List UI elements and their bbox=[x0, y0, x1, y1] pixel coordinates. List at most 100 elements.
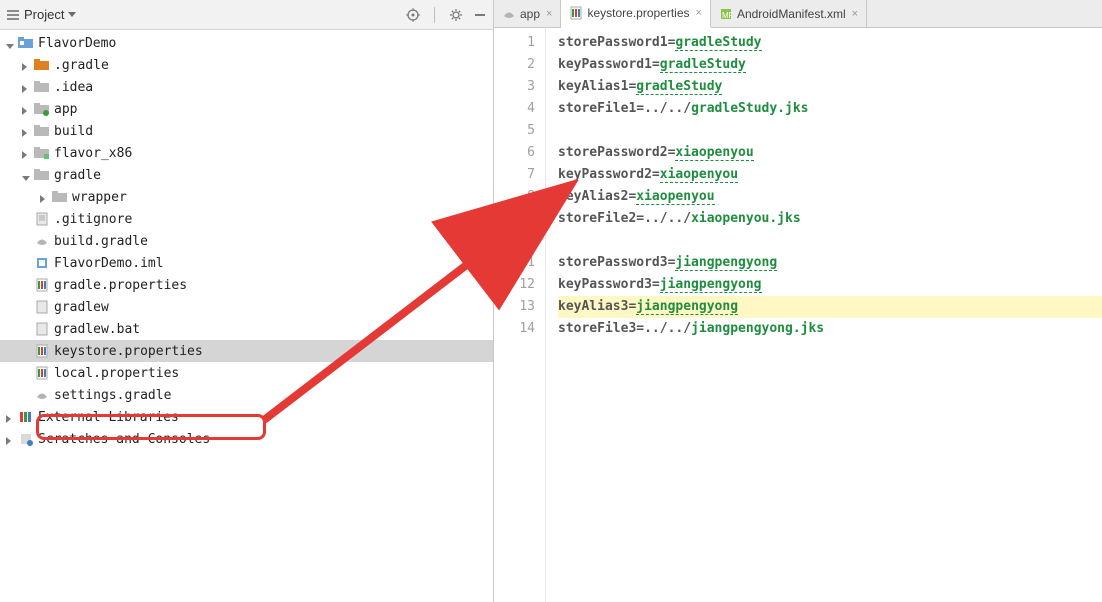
chevron-right-icon[interactable] bbox=[22, 82, 32, 92]
tree-row[interactable]: gradle.properties bbox=[0, 274, 493, 296]
tree-spacer bbox=[22, 302, 32, 312]
chevron-right-icon[interactable] bbox=[22, 60, 32, 70]
gear-icon[interactable] bbox=[449, 8, 463, 22]
properties-file-icon bbox=[34, 366, 50, 380]
line-number: 6 bbox=[494, 142, 535, 164]
properties-file-icon bbox=[569, 6, 583, 20]
tree-label: build bbox=[54, 124, 93, 139]
toolbar-separator bbox=[434, 7, 435, 23]
code-line[interactable] bbox=[558, 120, 1102, 142]
tab-android-manifest[interactable]: MF AndroidManifest.xml × bbox=[711, 0, 867, 27]
close-icon[interactable]: × bbox=[546, 8, 552, 20]
tree-row[interactable]: app bbox=[0, 98, 493, 120]
tree-label: External Libraries bbox=[38, 410, 179, 425]
code-line[interactable]: storePassword2=xiaopenyou bbox=[558, 142, 1102, 164]
tree-spacer bbox=[22, 390, 32, 400]
code-body[interactable]: storePassword1=gradleStudykeyPassword1=g… bbox=[546, 28, 1102, 602]
tree-row[interactable]: settings.gradle bbox=[0, 384, 493, 406]
tree-row[interactable]: .gradle bbox=[0, 54, 493, 76]
code-editor[interactable]: 1 2 3 4 5 6 7 8 9 10 11 12 13 14 storePa… bbox=[494, 28, 1102, 602]
code-line[interactable]: keyAlias3=jiangpengyong bbox=[558, 296, 1102, 318]
line-number: 14 bbox=[494, 318, 535, 340]
project-panel-title[interactable]: Project bbox=[24, 7, 64, 22]
code-line[interactable]: keyPassword1=gradleStudy bbox=[558, 54, 1102, 76]
code-line[interactable]: keyPassword3=jiangpengyong bbox=[558, 274, 1102, 296]
tree-row[interactable]: .idea bbox=[0, 76, 493, 98]
scratches-icon bbox=[18, 432, 34, 446]
iml-file-icon bbox=[34, 256, 50, 270]
tree-label: gradle bbox=[54, 168, 101, 183]
chevron-right-icon[interactable] bbox=[22, 104, 32, 114]
code-line[interactable]: storePassword1=gradleStudy bbox=[558, 32, 1102, 54]
chevron-right-icon[interactable] bbox=[22, 126, 32, 136]
tab-app[interactable]: app × bbox=[494, 0, 561, 27]
properties-file-icon bbox=[34, 344, 50, 358]
tree-label: .gitignore bbox=[54, 212, 132, 227]
tree-row-selected[interactable]: keystore.properties bbox=[0, 340, 493, 362]
editor-tabs: app × keystore.properties × MF AndroidMa… bbox=[494, 0, 1102, 28]
tree-row[interactable]: gradlew bbox=[0, 296, 493, 318]
tree-spacer bbox=[22, 280, 32, 290]
tree-row[interactable]: wrapper bbox=[0, 186, 493, 208]
chevron-down-icon[interactable] bbox=[22, 170, 32, 180]
code-line[interactable] bbox=[558, 230, 1102, 252]
tree-row[interactable]: local.properties bbox=[0, 362, 493, 384]
locate-icon[interactable] bbox=[406, 8, 420, 22]
tree-label: gradlew.bat bbox=[54, 322, 140, 337]
code-line[interactable]: keyAlias1=gradleStudy bbox=[558, 76, 1102, 98]
folder-icon bbox=[34, 168, 50, 182]
tree-row[interactable]: gradle bbox=[0, 164, 493, 186]
tree-label: Scratches and Consoles bbox=[38, 432, 210, 447]
line-number: 5 bbox=[494, 120, 535, 142]
close-icon[interactable]: × bbox=[696, 7, 702, 19]
project-panel-header: Project bbox=[0, 0, 493, 30]
tree-label: keystore.properties bbox=[54, 344, 203, 359]
tree-label: app bbox=[54, 102, 77, 117]
tree-spacer bbox=[22, 214, 32, 224]
line-number: 9 bbox=[494, 208, 535, 230]
tree-row[interactable]: build bbox=[0, 120, 493, 142]
tree-row[interactable]: .gitignore bbox=[0, 208, 493, 230]
manifest-file-icon: MF bbox=[719, 7, 733, 21]
chevron-right-icon[interactable] bbox=[6, 412, 16, 422]
folder-icon bbox=[34, 80, 50, 94]
line-number: 3 bbox=[494, 76, 535, 98]
tree-row[interactable]: flavor_x86 bbox=[0, 142, 493, 164]
code-line[interactable]: storeFile2=../../xiaopenyou.jks bbox=[558, 208, 1102, 230]
close-icon[interactable]: × bbox=[852, 8, 858, 20]
file-icon bbox=[34, 212, 50, 226]
tree-row[interactable]: FlavorDemo.iml bbox=[0, 252, 493, 274]
tree-row[interactable]: build.gradle bbox=[0, 230, 493, 252]
tab-label: AndroidManifest.xml bbox=[737, 7, 846, 21]
code-line[interactable]: keyAlias2=xiaopenyou bbox=[558, 186, 1102, 208]
tree-label: FlavorDemo.iml bbox=[54, 256, 164, 271]
chevron-right-icon[interactable] bbox=[6, 434, 16, 444]
collapse-icon[interactable] bbox=[473, 8, 487, 22]
tree-row[interactable]: gradlew.bat bbox=[0, 318, 493, 340]
code-line[interactable]: storePassword3=jiangpengyong bbox=[558, 252, 1102, 274]
project-tree[interactable]: FlavorDemo .gradle .idea app build flavo… bbox=[0, 30, 493, 602]
tab-keystore-properties[interactable]: keystore.properties × bbox=[561, 0, 710, 28]
gradle-file-icon bbox=[34, 234, 50, 248]
chevron-down-icon[interactable] bbox=[6, 38, 16, 48]
tree-label: flavor_x86 bbox=[54, 146, 132, 161]
code-line[interactable]: keyPassword2=xiaopenyou bbox=[558, 164, 1102, 186]
tree-row-scratches[interactable]: Scratches and Consoles bbox=[0, 428, 493, 450]
svg-text:MF: MF bbox=[722, 11, 733, 20]
project-folder-icon bbox=[18, 36, 34, 50]
chevron-right-icon[interactable] bbox=[40, 192, 50, 202]
line-number: 13 bbox=[494, 296, 535, 318]
properties-file-icon bbox=[34, 278, 50, 292]
chevron-right-icon[interactable] bbox=[22, 148, 32, 158]
tree-label: wrapper bbox=[72, 190, 127, 205]
project-view-dropdown-icon[interactable] bbox=[68, 12, 76, 17]
code-line[interactable]: storeFile3=../../jiangpengyong.jks bbox=[558, 318, 1102, 340]
folder-icon bbox=[34, 124, 50, 138]
code-line[interactable]: storeFile1=../../gradleStudy.jks bbox=[558, 98, 1102, 120]
tree-row-external-libraries[interactable]: External Libraries bbox=[0, 406, 493, 428]
gradle-file-icon bbox=[502, 7, 516, 21]
folder-icon bbox=[34, 58, 50, 72]
tree-row-root[interactable]: FlavorDemo bbox=[0, 32, 493, 54]
tree-label: gradlew bbox=[54, 300, 109, 315]
gutter-badge-icon[interactable] bbox=[494, 278, 504, 290]
